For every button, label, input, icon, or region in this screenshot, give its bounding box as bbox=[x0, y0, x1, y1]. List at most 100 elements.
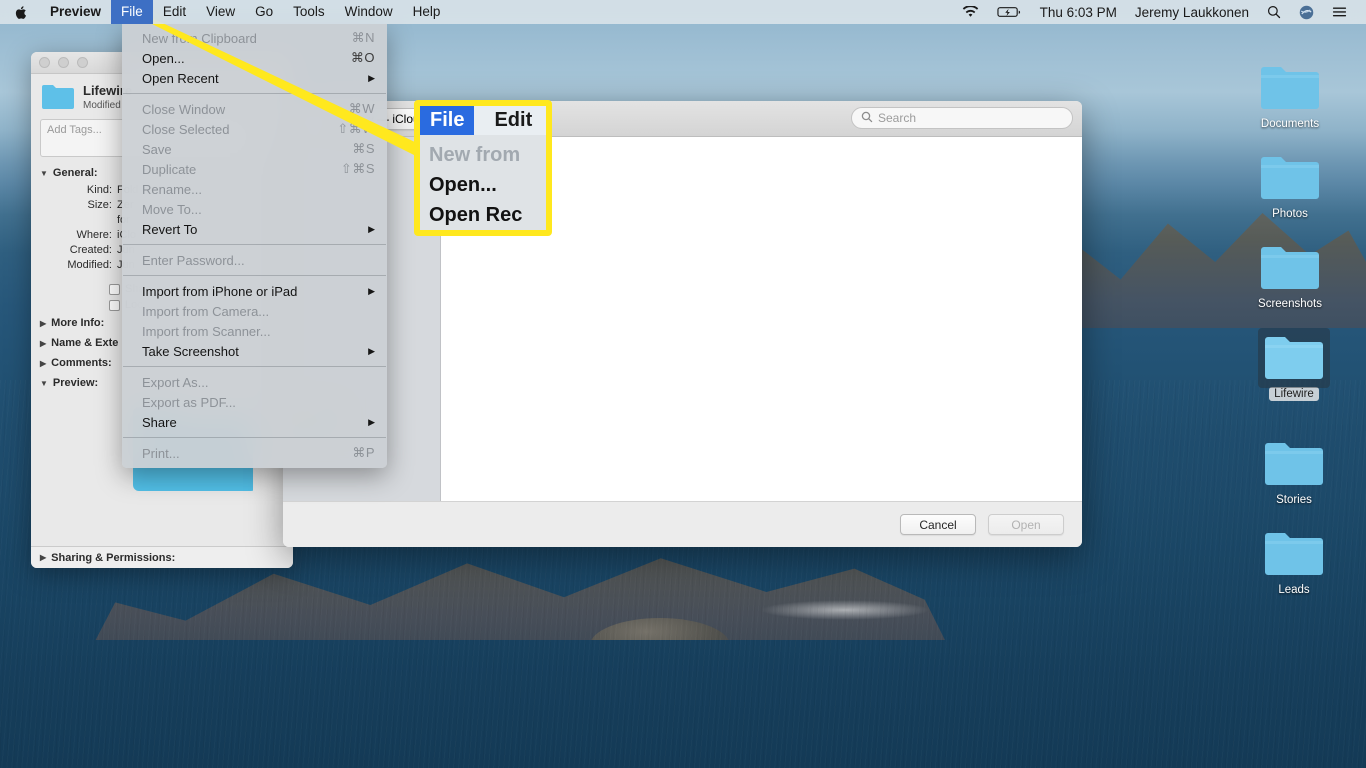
menu-item-close-window[interactable]: Close Window ⌘W bbox=[122, 99, 387, 119]
open-file-dialog[interactable]: Yellow Green Cancel Open bbox=[283, 101, 1082, 547]
zoom-button[interactable] bbox=[77, 57, 88, 68]
menu-item-label: Import from Scanner... bbox=[142, 324, 375, 339]
menubar-item-help[interactable]: Help bbox=[403, 0, 451, 24]
row-key: Created: bbox=[40, 243, 112, 258]
notification-center-icon[interactable] bbox=[1323, 0, 1356, 24]
close-button[interactable] bbox=[39, 57, 50, 68]
menu-item-take-screenshot[interactable]: Take Screenshot ▶ bbox=[122, 341, 387, 361]
folder-icon bbox=[41, 83, 75, 111]
spotlight-search-icon[interactable] bbox=[1258, 0, 1290, 24]
menu-item-export-as[interactable]: Export As... bbox=[122, 372, 387, 392]
row-key bbox=[40, 213, 112, 228]
section-sharing-permissions[interactable]: ▶ Sharing & Permissions: bbox=[31, 546, 293, 568]
row-key: Where: bbox=[40, 228, 112, 243]
menu-item-new-from-clipboard[interactable]: New from Clipboard ⌘N bbox=[122, 28, 387, 48]
menubar-clock[interactable]: Thu 6:03 PM bbox=[1031, 0, 1126, 24]
menu-item-shortcut: ⇧⌘S bbox=[341, 161, 375, 177]
dialog-footer: Cancel Open bbox=[283, 501, 1082, 547]
menubar-user-name[interactable]: Jeremy Laukkonen bbox=[1126, 0, 1258, 24]
search-placeholder: Search bbox=[878, 111, 916, 125]
siri-icon[interactable] bbox=[1290, 0, 1323, 24]
apple-logo-icon[interactable] bbox=[0, 5, 40, 20]
open-button[interactable]: Open bbox=[988, 514, 1064, 535]
menu-item-import-from-iphone-or-ipad[interactable]: Import from iPhone or iPad ▶ bbox=[122, 281, 387, 301]
menu-item-shortcut: ⇧⌘W bbox=[337, 121, 375, 137]
desktop-icon-label: Photos bbox=[1267, 207, 1313, 221]
menu-item-label: New from Clipboard bbox=[142, 31, 352, 46]
menu-item-close-selected[interactable]: Close Selected ⇧⌘W bbox=[122, 119, 387, 139]
desktop-icon-screenshots[interactable]: Screenshots bbox=[1242, 242, 1338, 312]
menu-item-move-to[interactable]: Move To... bbox=[122, 199, 387, 219]
menu-item-label: Enter Password... bbox=[142, 253, 375, 268]
desktop-icon-label: Screenshots bbox=[1253, 297, 1327, 311]
callout-item-open-recent: Open Rec bbox=[420, 200, 546, 230]
menu-item-open-recent[interactable]: Open Recent ▶ bbox=[122, 68, 387, 88]
menubar-item-tools[interactable]: Tools bbox=[283, 0, 335, 24]
menubar-item-go[interactable]: Go bbox=[245, 0, 283, 24]
folder-icon bbox=[1258, 152, 1322, 202]
submenu-arrow-icon: ▶ bbox=[368, 224, 375, 235]
submenu-arrow-icon: ▶ bbox=[368, 286, 375, 297]
desktop-icon-documents[interactable]: Documents bbox=[1242, 62, 1338, 132]
menu-item-revert-to[interactable]: Revert To ▶ bbox=[122, 219, 387, 239]
menu-item-import-from-camera[interactable]: Import from Camera... bbox=[122, 301, 387, 321]
menubar-item-edit[interactable]: Edit bbox=[153, 0, 196, 24]
menubar-item-view[interactable]: View bbox=[196, 0, 245, 24]
menu-item-export-as-pdf[interactable]: Export as PDF... bbox=[122, 392, 387, 412]
menu-item-rename[interactable]: Rename... bbox=[122, 179, 387, 199]
checkbox[interactable] bbox=[109, 300, 120, 311]
menu-item-shortcut: ⌘W bbox=[349, 101, 375, 117]
desktop-icon-label: Stories bbox=[1271, 493, 1317, 507]
menubar-app-name[interactable]: Preview bbox=[40, 0, 111, 24]
menu-item-label: Import from iPhone or iPad bbox=[142, 284, 368, 299]
menu-item-save[interactable]: Save ⌘S bbox=[122, 139, 387, 159]
menu-item-label: Close Selected bbox=[142, 122, 337, 137]
macos-menubar[interactable]: Preview File Edit View Go Tools Window H… bbox=[0, 0, 1366, 24]
folder-icon bbox=[1262, 438, 1326, 488]
section-label: Comments: bbox=[51, 357, 112, 369]
menu-item-label: Save bbox=[142, 142, 352, 157]
zoom-callout-box: File Edit New from Open... Open Rec bbox=[414, 100, 552, 236]
menubar-status-area: Thu 6:03 PM Jeremy Laukkonen bbox=[953, 0, 1366, 24]
section-label: Sharing & Permissions: bbox=[51, 552, 175, 564]
row-key: Size: bbox=[40, 198, 112, 213]
menu-item-label: Close Window bbox=[142, 102, 349, 117]
search-icon bbox=[861, 111, 873, 126]
menu-item-enter-password[interactable]: Enter Password... bbox=[122, 250, 387, 270]
menu-item-shortcut: ⌘O bbox=[351, 50, 375, 66]
desktop-icon-photos[interactable]: Photos bbox=[1242, 152, 1338, 222]
menu-item-label: Rename... bbox=[142, 182, 375, 197]
menu-item-share[interactable]: Share ▶ bbox=[122, 412, 387, 432]
battery-charging-icon[interactable] bbox=[988, 0, 1031, 24]
menu-item-open[interactable]: Open... ⌘O bbox=[122, 48, 387, 68]
menu-separator bbox=[123, 366, 386, 367]
menu-item-print[interactable]: Print... ⌘P bbox=[122, 443, 387, 463]
callout-item-open: Open... bbox=[420, 170, 546, 200]
section-label: General: bbox=[53, 167, 98, 179]
submenu-arrow-icon: ▶ bbox=[368, 417, 375, 428]
dialog-search-field[interactable]: Search bbox=[851, 107, 1073, 129]
callout-menubar: File Edit bbox=[420, 106, 546, 135]
menubar-item-window[interactable]: Window bbox=[335, 0, 403, 24]
disclosure-triangle-closed-icon: ▶ bbox=[40, 319, 46, 328]
desktop-icon-stories[interactable]: Stories bbox=[1246, 438, 1342, 508]
menu-item-duplicate[interactable]: Duplicate ⇧⌘S bbox=[122, 159, 387, 179]
checkbox[interactable] bbox=[109, 284, 120, 295]
cancel-button[interactable]: Cancel bbox=[900, 514, 976, 535]
file-menu-dropdown[interactable]: New from Clipboard ⌘N Open... ⌘O Open Re… bbox=[122, 24, 387, 468]
callout-item-new-from: New from bbox=[420, 140, 546, 170]
desktop-icon-leads[interactable]: Leads bbox=[1246, 528, 1342, 598]
wifi-icon[interactable] bbox=[953, 0, 988, 24]
menu-item-shortcut: ⌘S bbox=[352, 141, 375, 157]
menu-separator bbox=[123, 93, 386, 94]
menubar-item-file[interactable]: File bbox=[111, 0, 153, 24]
desktop-icon-lifewire[interactable]: Lifewire bbox=[1246, 332, 1342, 402]
minimize-button[interactable] bbox=[58, 57, 69, 68]
menu-item-shortcut: ⌘N bbox=[352, 30, 375, 46]
menu-item-import-from-scanner[interactable]: Import from Scanner... bbox=[122, 321, 387, 341]
disclosure-triangle-open-icon: ▼ bbox=[40, 169, 48, 178]
disclosure-triangle-open-icon: ▼ bbox=[40, 379, 48, 388]
disclosure-triangle-closed-icon: ▶ bbox=[40, 553, 46, 562]
section-label: Preview: bbox=[53, 377, 98, 389]
desktop-icon-label: Documents bbox=[1256, 117, 1324, 131]
